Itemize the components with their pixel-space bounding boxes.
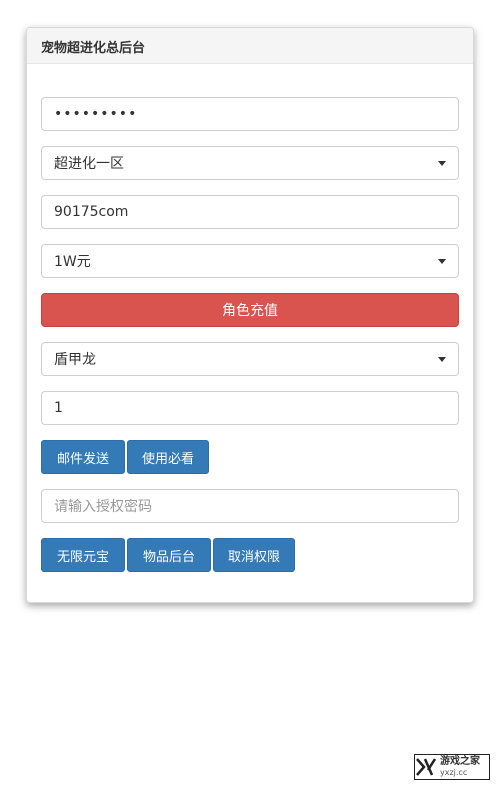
account-field[interactable]: 90175com [41, 195, 459, 229]
password-value: ••••••••• [54, 106, 138, 122]
server-select-value: 超进化一区 [54, 156, 124, 172]
password-field[interactable]: ••••••••• [41, 97, 459, 131]
logo-icon [415, 756, 437, 778]
items-backend-button[interactable]: 物品后台 [127, 538, 211, 572]
auth-placeholder: 请输入授权密码 [54, 499, 152, 515]
watermark-site: yxzj.cc [440, 768, 468, 777]
account-value: 90175com [54, 204, 129, 220]
revoke-permission-button[interactable]: 取消权限 [213, 538, 295, 572]
pet-select-value: 盾甲龙 [54, 352, 96, 368]
recharge-button[interactable]: 角色充值 [41, 293, 459, 327]
chevron-down-icon [438, 357, 446, 362]
watermark-name: 游戏之家 [440, 756, 480, 767]
must-read-button[interactable]: 使用必看 [127, 440, 209, 474]
admin-panel: 宠物超进化总后台 ••••••••• 超进化一区 90175com 1W元 角色… [26, 27, 474, 603]
chevron-down-icon [438, 161, 446, 166]
mail-send-button[interactable]: 邮件发送 [41, 440, 125, 474]
site-watermark: 游戏之家 yxzj.cc [414, 754, 490, 780]
server-select[interactable]: 超进化一区 [41, 146, 459, 180]
quantity-field[interactable]: 1 [41, 391, 459, 425]
quantity-value: 1 [54, 400, 63, 416]
chevron-down-icon [438, 259, 446, 264]
amount-select-value: 1W元 [54, 254, 91, 270]
pet-select[interactable]: 盾甲龙 [41, 342, 459, 376]
unlimited-ingots-button[interactable]: 无限元宝 [41, 538, 125, 572]
amount-select[interactable]: 1W元 [41, 244, 459, 278]
panel-title: 宠物超进化总后台 [27, 28, 473, 64]
auth-password-field[interactable]: 请输入授权密码 [41, 489, 459, 523]
